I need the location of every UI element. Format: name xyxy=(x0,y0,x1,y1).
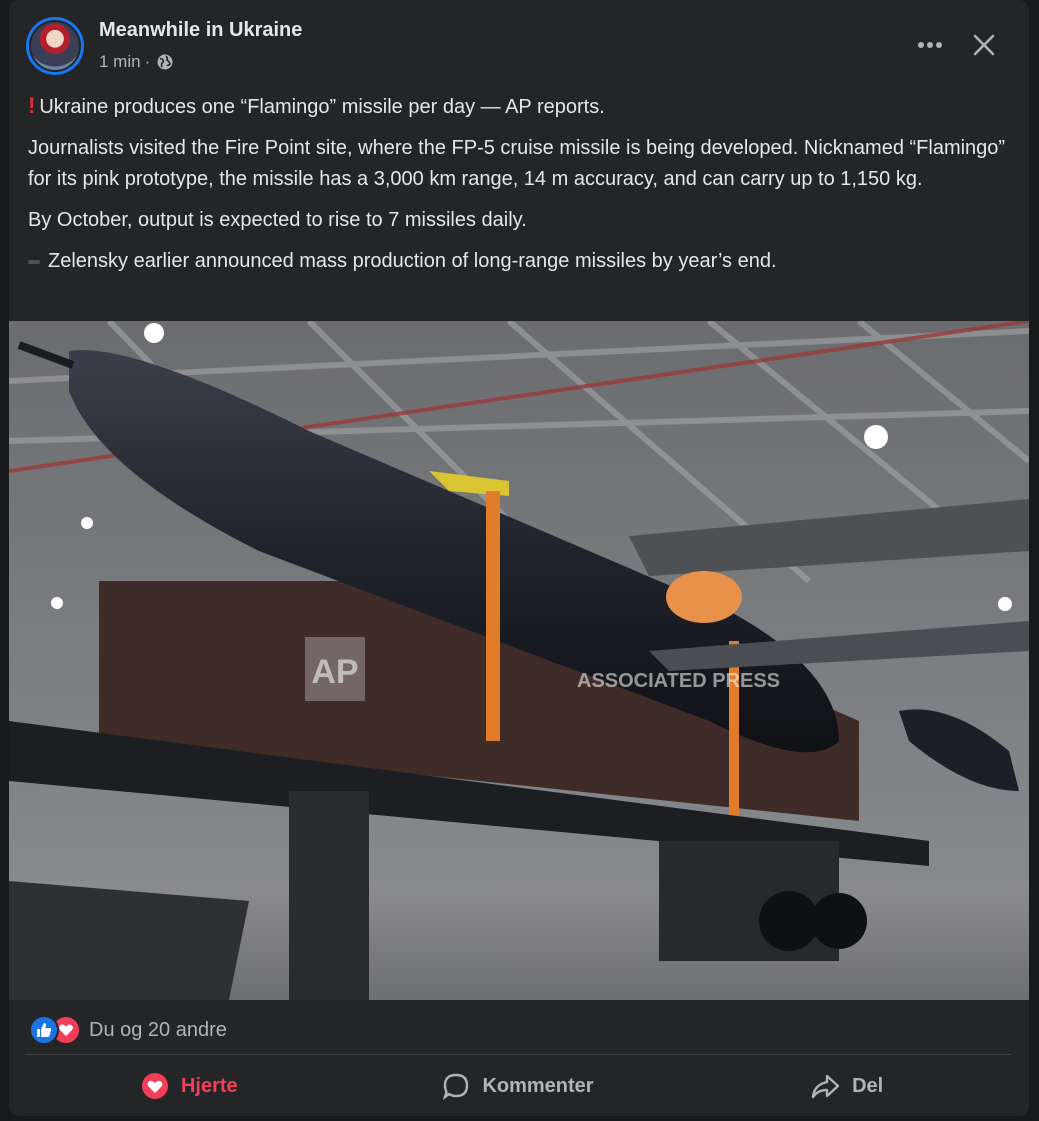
post-headline: ! Ukraine produces one “Flamingo” missile… xyxy=(28,90,1013,123)
like-icon xyxy=(29,1015,59,1045)
actions-divider xyxy=(25,1054,1011,1055)
heart-button[interactable]: Hjerte xyxy=(25,1060,354,1112)
heart-label: Hjerte xyxy=(180,1074,238,1097)
wheel-1 xyxy=(759,891,819,951)
ap-watermark-text: ASSOCIATED PRESS xyxy=(577,670,780,692)
post-meta: 1 min · xyxy=(99,52,174,72)
missile-photo: AP ASSOCIATED PRESS xyxy=(9,321,1029,1000)
globe-icon xyxy=(157,54,173,70)
trailer-front xyxy=(9,881,249,1000)
bullet-icon xyxy=(28,259,40,264)
share-button[interactable]: Del xyxy=(682,1060,1011,1112)
post-paragraph-1: Journalists visited the Fire Point site,… xyxy=(28,137,1006,190)
wheel-2 xyxy=(811,893,867,949)
trailer-leg xyxy=(289,791,369,1000)
reactions-summary[interactable]: Du og 20 andre xyxy=(29,1014,227,1046)
post-time[interactable]: 1 min xyxy=(99,52,141,72)
comment-label: Kommenter xyxy=(482,1074,594,1097)
close-button[interactable] xyxy=(964,28,1004,62)
post-paragraph-2: By October, output is expected to rise t… xyxy=(28,209,527,231)
comment-button[interactable]: Kommenter xyxy=(354,1060,683,1112)
heart-icon xyxy=(141,1073,168,1099)
ap-logo-text: AP xyxy=(311,653,358,691)
more-dots-icon xyxy=(918,42,942,48)
post-text: ! Ukraine produces one “Flamingo” missile… xyxy=(28,90,1013,287)
headline-text: Ukraine produces one “Flamingo” missile … xyxy=(39,96,605,118)
comment-icon xyxy=(443,1073,469,1100)
post-header: Meanwhile in Ukraine 1 min · xyxy=(9,0,1029,90)
avatar-image xyxy=(29,20,81,72)
more-options-button[interactable] xyxy=(909,28,951,62)
close-icon xyxy=(973,34,995,56)
share-icon xyxy=(811,1074,840,1099)
share-label: Del xyxy=(852,1074,884,1097)
engine-cover xyxy=(666,571,742,623)
reaction-count[interactable]: Du og 20 andre xyxy=(89,1019,227,1042)
trailer-box xyxy=(659,841,839,961)
page-avatar[interactable] xyxy=(26,17,84,75)
orange-strap-1 xyxy=(486,491,500,741)
exclamation-icon: ! xyxy=(28,93,36,118)
post-paragraph-3: Zelensky earlier announced mass producti… xyxy=(28,246,1013,277)
meta-separator: · xyxy=(144,52,151,71)
post-card: Meanwhile in Ukraine 1 min · ! Ukraine pr… xyxy=(9,0,1029,1116)
post-photo[interactable]: AP ASSOCIATED PRESS xyxy=(9,321,1029,1000)
paragraph-3-text: Zelensky earlier announced mass producti… xyxy=(48,250,777,272)
orange-strap-2 xyxy=(729,641,739,821)
action-bar: Hjerte Kommenter Del xyxy=(25,1060,1011,1112)
page-name-link[interactable]: Meanwhile in Ukraine xyxy=(99,19,302,42)
